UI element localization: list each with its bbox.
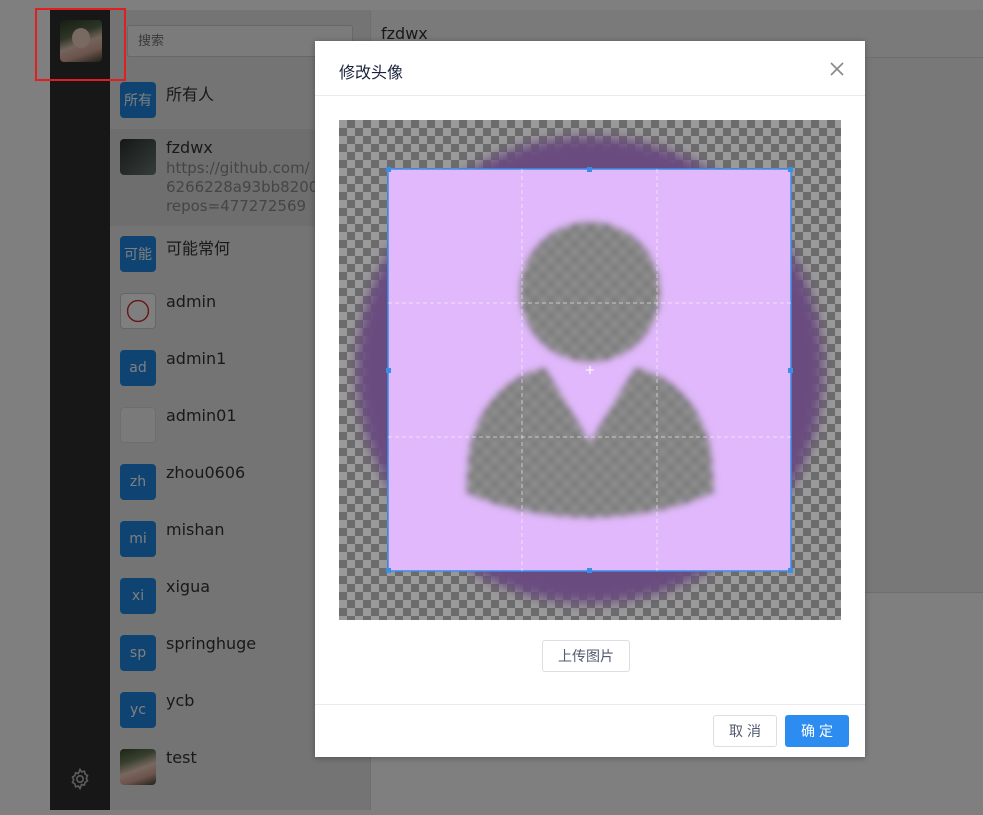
dialog-title: 修改头像 bbox=[339, 63, 404, 82]
dialog-footer: 取消 确定 bbox=[315, 704, 865, 757]
confirm-button[interactable]: 确定 bbox=[785, 715, 849, 747]
close-icon[interactable] bbox=[828, 60, 846, 78]
image-cropper[interactable] bbox=[339, 120, 841, 620]
edit-avatar-dialog: 修改头像 上传图片 取消 确定 bbox=[315, 41, 865, 757]
highlight-box bbox=[35, 8, 126, 81]
cancel-button[interactable]: 取消 bbox=[713, 715, 777, 747]
upload-image-button[interactable]: 上传图片 bbox=[542, 640, 630, 672]
crop-canvas bbox=[357, 137, 823, 603]
dialog-header: 修改头像 bbox=[315, 41, 865, 96]
